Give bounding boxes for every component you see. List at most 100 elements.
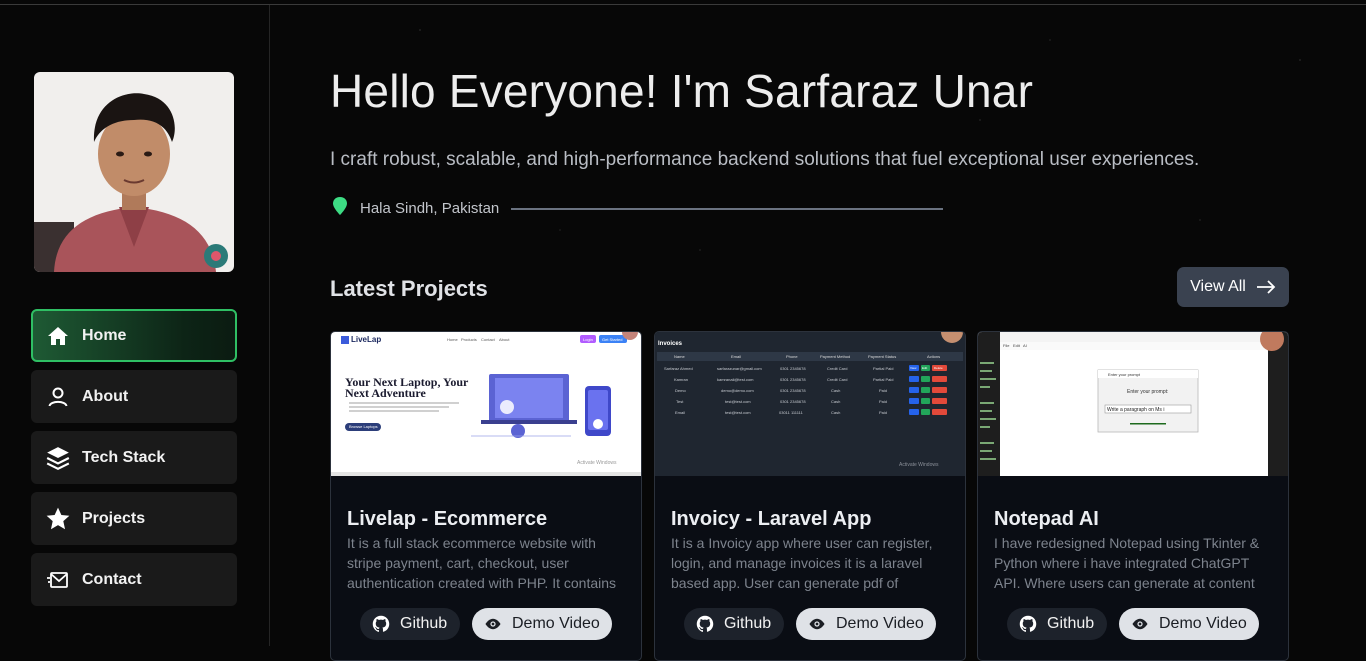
thumb-cell: demo@demo.com [721, 388, 754, 393]
arrow-right-icon [1256, 280, 1276, 294]
star-icon [45, 506, 71, 532]
project-thumbnail: File Edit AI Enter your prompt Enter you… [978, 332, 1288, 476]
nav-item-projects[interactable]: Projects [31, 492, 237, 545]
thumb-get-started: Get Started [602, 337, 623, 342]
thumb-dialog-title: Enter your prompt [1108, 372, 1141, 377]
nav-label-contact: Contact [82, 570, 142, 588]
project-card-invoicy[interactable]: Invoices Name Email Phone Payment Method… [654, 331, 966, 661]
thumb-cta: Browse Laptops [349, 424, 378, 429]
hero-title: Hello Everyone! I'm Sarfaraz Unar [330, 65, 1034, 117]
thumb-cell: test@test.com [725, 410, 751, 415]
github-button[interactable]: Github [684, 608, 784, 640]
thumb-cell: Email [675, 410, 686, 415]
thumb-cell: 03011 111111 [779, 410, 803, 415]
thumb-login: Login [583, 337, 593, 342]
thumb-col-payment-method: Payment Method [820, 354, 851, 359]
view-all-button[interactable]: View All [1177, 267, 1289, 307]
user-icon [45, 384, 71, 410]
thumb-cell: 0301 2345678 [780, 366, 806, 371]
map-pin-icon [332, 197, 348, 220]
thumb-col-email: Email [731, 354, 742, 359]
thumb-dialog-input: Write a paragraph on Ms i [1107, 407, 1165, 413]
nav-item-about[interactable]: About [31, 370, 237, 423]
demo-video-label: Demo Video [836, 615, 924, 632]
thumb-action-view: View [910, 366, 917, 370]
thumb-col-phone: Phone [786, 354, 798, 359]
demo-video-button[interactable]: Demo Video [472, 608, 612, 640]
demo-video-button[interactable]: Demo Video [1119, 608, 1259, 640]
thumb-menu-edit: Edit [1013, 343, 1020, 348]
thumb-col-payment-status: Payment Status [868, 354, 897, 359]
nav-item-home[interactable]: Home [31, 309, 237, 362]
github-label: Github [400, 615, 448, 632]
eye-icon [1131, 615, 1149, 633]
project-card-livelap[interactable]: LiveLap Home Products Contact About Logi… [330, 331, 642, 661]
thumb-cell: Paid [879, 410, 888, 415]
thumb-heading: Invoices [658, 341, 683, 347]
avatar [34, 72, 234, 272]
thumb-cell: Test [676, 399, 684, 404]
thumb-action-delete: Delete [934, 366, 943, 370]
nav-label-about: About [82, 387, 129, 405]
thumb-nav-about: About [499, 337, 510, 342]
demo-video-button[interactable]: Demo Video [796, 608, 936, 640]
thumb-cell: Demo [675, 388, 686, 393]
nav-label-tech-stack: Tech Stack [82, 448, 166, 466]
thumb-cell: sarfarazunar@gmail.com [717, 366, 762, 371]
thumb-cell: Sarfaraz Ahmed [664, 366, 693, 371]
thumb-cell: kamranali@test.com [717, 377, 754, 382]
thumb-cell: Paid [879, 399, 888, 404]
github-label: Github [724, 615, 772, 632]
github-icon [696, 615, 714, 633]
thumb-cell: test@test.com [725, 399, 751, 404]
project-description: It is a full stack ecommerce website wit… [347, 535, 617, 591]
github-button[interactable]: Github [360, 608, 460, 640]
thumb-nav-products: Products [461, 337, 477, 342]
thumb-cell: Cash [831, 388, 841, 393]
thumb-cell: 0301 2345678 [780, 377, 806, 382]
eye-icon [808, 615, 826, 633]
thumb-nav-contact: Contact [481, 337, 495, 342]
github-label: Github [1047, 615, 1095, 632]
thumb-cell: Paid [879, 388, 888, 393]
project-description: It is a Invoicy app where user can regis… [671, 535, 933, 591]
nav-label-projects: Projects [82, 509, 146, 527]
project-thumbnail: Invoices Name Email Phone Payment Method… [655, 332, 965, 476]
thumb-cell: 0301 2345678 [780, 388, 806, 393]
thumb-menu-ai: AI [1023, 343, 1027, 348]
nav-item-tech-stack[interactable]: Tech Stack [31, 431, 237, 484]
demo-video-label: Demo Video [1159, 615, 1247, 632]
hero-subtitle: I craft robust, scalable, and high-perfo… [330, 149, 1200, 170]
thumb-cell: Partial Paid [873, 366, 894, 371]
thumb-col-name: Name [674, 354, 685, 359]
thumb-menu-file: File [1003, 343, 1010, 348]
nav-label-home: Home [82, 326, 127, 344]
thumb-dialog-label: Enter your prompt: [1127, 389, 1169, 395]
project-description: I have redesigned Notepad using Tkinter … [994, 535, 1260, 591]
project-title: Invoicy - Laravel App [671, 508, 872, 530]
thumb-cell: Cash [831, 410, 841, 415]
project-card-notepad-ai[interactable]: File Edit AI Enter your prompt Enter you… [977, 331, 1289, 661]
nav-item-contact[interactable]: Contact [31, 553, 237, 606]
project-thumbnail: LiveLap Home Products Contact About Logi… [331, 332, 641, 476]
thumb-cell: Credit Card [827, 366, 848, 371]
thumb-headline-2: Next Adventure [345, 386, 426, 400]
thumb-cell: Cash [831, 399, 841, 404]
thumb-brand: LiveLap [351, 335, 382, 344]
thumb-col-actions: Actions [927, 354, 941, 359]
project-title: Notepad AI [994, 508, 1099, 530]
location-divider [511, 207, 944, 210]
layers-icon [45, 445, 71, 471]
demo-video-label: Demo Video [512, 615, 600, 632]
thumb-nav-home: Home [447, 337, 458, 342]
location: Hala Sindh, Pakistan [332, 197, 944, 220]
projects-heading: Latest Projects [330, 276, 488, 301]
github-button[interactable]: Github [1007, 608, 1107, 640]
mail-icon [45, 567, 71, 593]
thumb-cell: 0301 2345678 [780, 399, 806, 404]
home-icon [45, 323, 71, 349]
github-icon [372, 615, 390, 633]
github-icon [1019, 615, 1037, 633]
project-title: Livelap - Ecommerce [347, 508, 548, 530]
thumb-action-edit: Edit [922, 366, 928, 370]
